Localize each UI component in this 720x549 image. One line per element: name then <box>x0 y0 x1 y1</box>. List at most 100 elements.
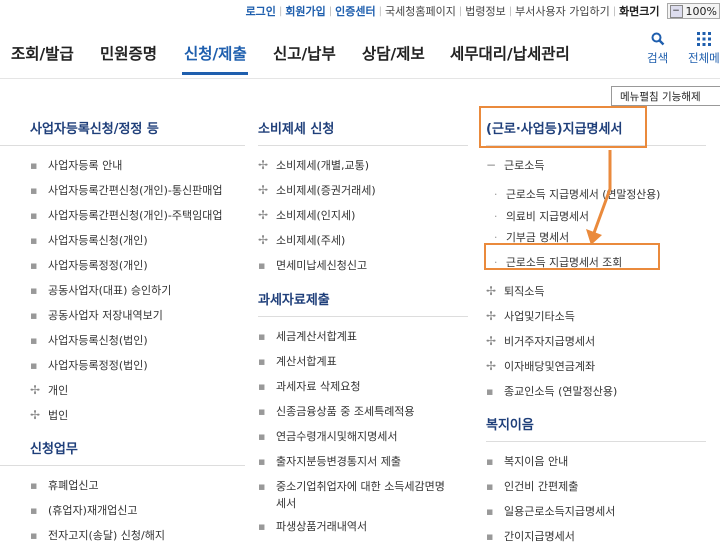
divider: | <box>278 5 283 17</box>
bullet-icon: ▪ <box>30 259 38 272</box>
login-link[interactable]: 로그인 <box>246 3 276 19</box>
menu-item-label: 비거주자지급명세서 <box>504 335 596 348</box>
menu-item[interactable]: ▪ 공동사업자 저장내역보기 <box>30 303 245 328</box>
menu-item-label: 사업자등록정정(법인) <box>48 359 148 372</box>
menu-item[interactable]: ▪ (휴업자)재개업신고 <box>30 498 245 523</box>
expandable-menu-item[interactable]: ✢ 소비제세(증권거래세) <box>258 178 468 203</box>
highlight-box-heading <box>479 106 647 148</box>
expandable-menu-item[interactable]: ✢ 사업및기타소득 <box>486 304 706 329</box>
dept-user-signup-link[interactable]: 부서사용자 가입하기 <box>515 3 610 19</box>
section-heading: 과세자료제출 <box>258 293 330 308</box>
menu-item-label: 일용근로소득지급명세서 <box>504 505 616 518</box>
expandable-menu-item[interactable]: ✢ 이자배당및연금계좌 <box>486 354 706 379</box>
menu-item-continuation[interactable]: 세서 <box>258 495 468 514</box>
search-button[interactable]: 검색 <box>647 30 668 66</box>
annotation-arrow-icon <box>586 150 612 245</box>
all-menu-label: 전체메 <box>688 51 720 65</box>
menu-item-label: 휴폐업신고 <box>48 479 99 492</box>
expandable-menu-item[interactable]: ✢ 법인 <box>30 403 245 428</box>
nav-application-submit[interactable]: 신청/제출 <box>184 42 247 64</box>
menu-expand-toggle[interactable]: 메뉴펼침 기능해제 <box>611 86 720 106</box>
menu-item[interactable]: ▪ 사업자등록간편신청(개인)-주택임대업 <box>30 203 245 228</box>
menu-item[interactable]: ▪ 과세자료 삭제요청 <box>258 374 468 399</box>
bullet-icon: ▪ <box>258 330 266 343</box>
menu-item-label: 근로소득 <box>504 159 545 172</box>
bullet-icon: ▪ <box>30 359 38 372</box>
expandable-menu-item[interactable]: ✢ 소비제세(주세) <box>258 228 468 253</box>
signup-link[interactable]: 회원가입 <box>285 3 325 19</box>
menu-item[interactable]: ▪ 연금수령개시및해지명세서 <box>258 424 468 449</box>
menu-item[interactable]: ▪ 사업자등록 안내 <box>30 153 245 178</box>
menu-item[interactable]: ▪ 세금계산서합계표 <box>258 324 468 349</box>
cert-center-link[interactable]: 인증센터 <box>335 3 375 19</box>
section-list: ▪ 휴폐업신고 ▪ (휴업자)재개업신고 ▪ 전자고지(송달) 신청/해지 <box>0 465 245 548</box>
bullet-icon: ▪ <box>258 430 266 443</box>
expandable-menu-item[interactable]: ✢ 퇴직소득 <box>486 279 706 304</box>
menu-item-label: 법인 <box>48 409 69 422</box>
bullet-icon: ▪ <box>30 479 38 492</box>
zoom-out-icon[interactable]: − <box>669 4 683 18</box>
menu-item[interactable]: ▪ 전자고지(송달) 신청/해지 <box>30 523 245 548</box>
menu-item[interactable]: ▪ 파생상품거래내역서 <box>258 514 468 539</box>
divider: | <box>378 5 383 17</box>
menu-item-label: 사업자등록신청(법인) <box>48 334 148 347</box>
menu-item-label: 출자지분등변경통지서 제출 <box>276 455 401 468</box>
menu-item[interactable]: ▪ 복지이음 안내 <box>486 449 706 474</box>
menu-item[interactable]: ▪ 계산서합계표 <box>258 349 468 374</box>
menu-item-label: 계산서합계표 <box>276 355 337 368</box>
nts-homepage-link[interactable]: 국세청홈페이지 <box>385 3 456 19</box>
menu-item[interactable]: ▪ 사업자등록신청(법인) <box>30 328 245 353</box>
menu-item[interactable]: ▪ 중소기업취업자에 대한 소득세감면명 <box>258 478 468 495</box>
section-list: ▪ 복지이음 안내 ▪ 인건비 간편제출 ▪ 일용근로소득지급명세서 ▪ 간이지급명세서 <box>486 441 706 549</box>
bullet-icon: ▪ <box>486 530 494 543</box>
menu-item[interactable]: ▪ 사업자등록정정(법인) <box>30 353 245 378</box>
plus-icon: ✢ <box>486 309 497 323</box>
top-utility-bar: 로그인 | 회원가입 | 인증센터 | 국세청홈페이지 | 법령정보 | 부서사… <box>0 0 720 22</box>
menu-item-label: 공동사업자(대표) 승인하기 <box>48 284 172 297</box>
utility-links: 로그인 | 회원가입 | 인증센터 | 국세청홈페이지 | 법령정보 | 부서사… <box>243 3 720 19</box>
nav-tax-agent[interactable]: 세무대리/납세관리 <box>450 42 570 64</box>
menu-item[interactable]: ▪ 사업자등록정정(개인) <box>30 253 245 278</box>
menu-item[interactable]: ▪ 인건비 간편제출 <box>486 474 706 499</box>
expandable-menu-item[interactable]: ✢ 개인 <box>30 378 245 403</box>
menu-item-label: 신종금융상품 중 조세특례적용 <box>276 405 415 418</box>
nav-inquiry-issue[interactable]: 조회/발급 <box>11 42 74 64</box>
bullet-icon: ▪ <box>258 259 266 272</box>
expandable-menu-item[interactable]: ✢ 소비제세(개별,교통) <box>258 153 468 178</box>
nav-report-payment[interactable]: 신고/납부 <box>273 42 336 64</box>
main-navigation: 조회/발급 민원증명 신청/제출 신고/납부 상담/제보 세무대리/납세관리 검… <box>0 30 720 78</box>
nav-civil-certificate[interactable]: 민원증명 <box>100 42 157 64</box>
menu-item[interactable]: ▪ 면세미납세신청신고 <box>258 253 468 278</box>
nav-divider <box>0 78 720 79</box>
law-info-link[interactable]: 법령정보 <box>465 3 505 19</box>
plus-icon: ✢ <box>486 284 497 298</box>
menu-item[interactable]: ▪ 종교인소득 (연말정산용) <box>486 379 706 404</box>
bullet-icon: ▪ <box>30 309 38 322</box>
menu-item[interactable]: ▪ 사업자등록간편신청(개인)-통신판매업 <box>30 178 245 203</box>
plus-icon: ✢ <box>258 233 269 247</box>
bullet-icon: ▪ <box>30 284 38 297</box>
menu-item-label: 세금계산서합계표 <box>276 330 357 343</box>
menu-item[interactable]: ▪ 공동사업자(대표) 승인하기 <box>30 278 245 303</box>
plus-icon: ✢ <box>258 158 269 172</box>
menu-item-label: 소비제세(주세) <box>276 234 346 247</box>
zoom-control[interactable]: − 100% <box>666 3 720 19</box>
expandable-menu-item[interactable]: ✢ 소비제세(인지세) <box>258 203 468 228</box>
menu-column-business-registration: 사업자등록신청/정정 등 ▪ 사업자등록 안내 ▪ 사업자등록간편신청(개인)-통신… <box>0 118 245 548</box>
menu-item-label: 사업자등록간편신청(개인)-통신판매업 <box>48 184 223 197</box>
all-menu-button[interactable]: 전체메 <box>688 30 720 66</box>
nav-consult-report[interactable]: 상담/제보 <box>362 42 425 64</box>
menu-item[interactable]: ▪ 휴폐업신고 <box>30 473 245 498</box>
bullet-icon: ▪ <box>486 385 494 398</box>
menu-item-label: 간이지급명세서 <box>504 530 575 543</box>
menu-item-label: 사업자등록간편신청(개인)-주택임대업 <box>48 209 223 222</box>
menu-item[interactable]: ▪ 출자지분등변경통지서 제출 <box>258 449 468 474</box>
menu-item-label: 소비제세(증권거래세) <box>276 184 376 197</box>
expandable-menu-item[interactable]: ✢ 비거주자지급명세서 <box>486 329 706 354</box>
menu-item[interactable]: ▪ 신종금융상품 중 조세특례적용 <box>258 399 468 424</box>
menu-item[interactable]: ▪ 일용근로소득지급명세서 <box>486 499 706 524</box>
bullet-icon: ▪ <box>258 480 266 493</box>
menu-item[interactable]: ▪ 간이지급명세서 <box>486 524 706 549</box>
menu-item[interactable]: ▪ 사업자등록신청(개인) <box>30 228 245 253</box>
bullet-icon: ▪ <box>258 520 266 533</box>
